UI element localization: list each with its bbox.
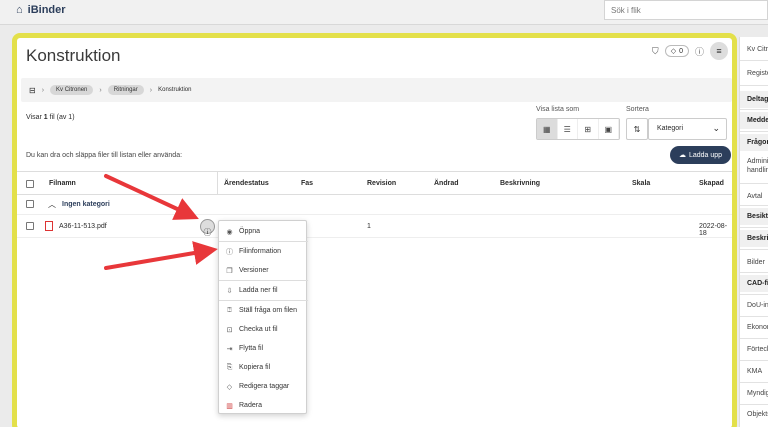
menu-item-file-info[interactable]: ⓘ Filinformation bbox=[219, 242, 308, 261]
question-icon: ⍰ bbox=[227, 306, 232, 314]
sort-label: Sortera bbox=[626, 106, 649, 113]
group-row[interactable]: ︿ Ingen kategori bbox=[17, 195, 732, 215]
menu-item-checkout[interactable]: ⊡ Checka ut fil bbox=[219, 320, 308, 339]
nav-item[interactable]: Myndigheter bbox=[740, 389, 768, 398]
download-icon: ⇩ bbox=[226, 287, 233, 295]
column-modified[interactable]: Ändrad bbox=[434, 180, 459, 187]
column-created[interactable]: Skapad bbox=[699, 180, 724, 187]
main-panel: Konstruktion ⛉ ◇ 0 ⓘ ≡ ⊟ › Kv Citronen ›… bbox=[12, 33, 737, 427]
file-context-menu: ◉ Öppna ⓘ Filinformation ❐ Versioner ⇩ Ladda… bbox=[218, 220, 308, 415]
chevron-down-icon: ⌄ bbox=[712, 123, 720, 133]
page-title: Konstruktion bbox=[26, 46, 121, 65]
row-checkbox[interactable] bbox=[26, 222, 34, 230]
column-revision[interactable]: Revision bbox=[367, 180, 396, 187]
menu-button[interactable]: ≡ bbox=[710, 42, 728, 60]
nav-item[interactable]: Register bbox=[740, 69, 768, 78]
chevron-right-icon: › bbox=[149, 86, 153, 94]
tag-icon: ◇ bbox=[226, 383, 233, 391]
group-checkbox[interactable] bbox=[26, 200, 34, 208]
sort-direction-button[interactable]: ⇅ bbox=[626, 118, 648, 140]
table-header: Filnamn Ärendestatus Fas Revision Ändrad… bbox=[17, 171, 732, 195]
app-name: iBinder bbox=[27, 4, 66, 16]
pdf-file-icon bbox=[45, 221, 53, 231]
file-created: 2022-08-18 bbox=[699, 223, 728, 237]
info-icon[interactable]: ⓘ bbox=[695, 45, 704, 58]
cloud-upload-icon: ☁ bbox=[678, 152, 686, 159]
menu-item-versions[interactable]: ❐ Versioner bbox=[219, 261, 308, 280]
info-icon: ⓘ bbox=[226, 248, 233, 256]
right-navigation-panel: Kv Citronen Register Deltagare Meddeland… bbox=[739, 37, 768, 427]
nav-section[interactable]: Beskrivningar bbox=[740, 230, 768, 247]
menu-item-download[interactable]: ⇩ Ladda ner fil bbox=[219, 281, 308, 300]
trash-icon: ▥ bbox=[226, 402, 233, 410]
menu-item-delete[interactable]: ▥ Radera bbox=[219, 396, 308, 415]
nav-section[interactable]: CAD-filer bbox=[740, 275, 768, 292]
view-mode-label: Visa lista som bbox=[536, 106, 580, 113]
nav-item[interactable]: KMA bbox=[740, 367, 768, 376]
briefcase-icon[interactable]: ⊟ bbox=[29, 86, 36, 95]
tag-count-badge[interactable]: ◇ 0 bbox=[664, 45, 689, 57]
menu-item-move[interactable]: ⇥ Flytta fil bbox=[219, 339, 308, 358]
table-view-icon[interactable]: ▦ bbox=[537, 119, 558, 139]
column-description[interactable]: Beskrivning bbox=[500, 180, 540, 187]
grid-view-icon[interactable]: ⊞ bbox=[578, 119, 599, 139]
app-logo[interactable]: ⌂ iBinder bbox=[16, 4, 66, 16]
breadcrumb: ⊟ › Kv Citronen › Ritningar › Konstrukti… bbox=[21, 78, 732, 102]
upload-button[interactable]: ☁ Ladda upp bbox=[670, 146, 731, 164]
tag-icon: ◇ bbox=[670, 48, 677, 55]
drop-hint: Du kan dra och släppa filer till listan … bbox=[26, 152, 183, 159]
table-row[interactable]: A36-11-513.pdf ⓘ 1 2022-08-18 bbox=[17, 216, 732, 238]
nav-item[interactable]: Objektsbeskrivningar bbox=[740, 410, 768, 419]
nav-section[interactable]: Meddelanden bbox=[740, 112, 768, 129]
menu-item-ask-question[interactable]: ⍰ Ställ fråga om filen bbox=[219, 301, 308, 320]
chevron-right-icon: › bbox=[41, 86, 45, 94]
home-icon[interactable]: ⌂ bbox=[16, 4, 23, 16]
nav-item[interactable]: Avtal bbox=[740, 192, 768, 201]
column-filename[interactable]: Filnamn bbox=[49, 180, 76, 187]
lock-icon: ⊡ bbox=[226, 326, 233, 334]
breadcrumb-item-project[interactable]: Kv Citronen bbox=[50, 85, 94, 95]
nav-item[interactable]: DoU-instruktioner bbox=[740, 301, 768, 310]
column-status[interactable]: Ärendestatus bbox=[224, 180, 269, 187]
top-bar: ⌂ iBinder Sök i flik bbox=[0, 0, 768, 25]
menu-item-edit-tags[interactable]: ◇ Redigera taggar bbox=[219, 377, 308, 396]
file-info-button[interactable]: ⓘ bbox=[200, 219, 215, 237]
group-label: Ingen kategori bbox=[62, 201, 110, 208]
file-revision: 1 bbox=[367, 223, 371, 230]
nav-section[interactable]: Deltagare bbox=[740, 91, 768, 108]
info-icon: ⓘ bbox=[203, 228, 212, 237]
chevron-up-icon[interactable]: ︿ bbox=[48, 199, 56, 210]
view-mode-toggle: ▦ ☰ ⊞ ▣ bbox=[536, 118, 620, 140]
column-phase[interactable]: Fas bbox=[301, 180, 313, 187]
eye-icon: ◉ bbox=[226, 228, 233, 236]
nav-item[interactable]: Administrativa handlingar bbox=[740, 157, 768, 175]
menu-item-open[interactable]: ◉ Öppna bbox=[219, 222, 308, 241]
image-view-icon[interactable]: ▣ bbox=[599, 119, 619, 139]
nav-section[interactable]: Besiktning bbox=[740, 208, 768, 225]
shield-icon[interactable]: ⛉ bbox=[652, 46, 659, 57]
column-scale[interactable]: Skala bbox=[632, 180, 650, 187]
nav-item[interactable]: Kv Citronen bbox=[740, 45, 768, 54]
menu-item-copy[interactable]: ⎘ Kopiera fil bbox=[219, 358, 308, 377]
file-name[interactable]: A36-11-513.pdf bbox=[59, 223, 107, 230]
list-view-icon[interactable]: ☰ bbox=[558, 119, 578, 139]
search-input[interactable]: Sök i flik bbox=[604, 0, 768, 20]
sort-select[interactable]: Kategori ⌄ bbox=[648, 118, 727, 140]
header-actions: ⛉ ◇ 0 ⓘ ≡ bbox=[652, 42, 728, 60]
move-icon: ⇥ bbox=[226, 345, 233, 353]
nav-item[interactable]: Bilder bbox=[740, 258, 768, 267]
nav-section[interactable]: Frågor bbox=[740, 134, 768, 151]
file-count-text: Visar 1 fil (av 1) bbox=[26, 114, 75, 121]
select-all-checkbox[interactable] bbox=[26, 180, 34, 188]
nav-item[interactable]: Förteckningar bbox=[740, 345, 768, 354]
breadcrumb-item-folder[interactable]: Ritningar bbox=[107, 85, 144, 95]
nav-item[interactable]: Ekonomi bbox=[740, 323, 768, 332]
breadcrumb-current: Konstruktion bbox=[158, 87, 192, 93]
versions-icon: ❐ bbox=[226, 267, 233, 275]
chevron-right-icon: › bbox=[99, 86, 102, 94]
copy-icon: ⎘ bbox=[226, 363, 233, 371]
